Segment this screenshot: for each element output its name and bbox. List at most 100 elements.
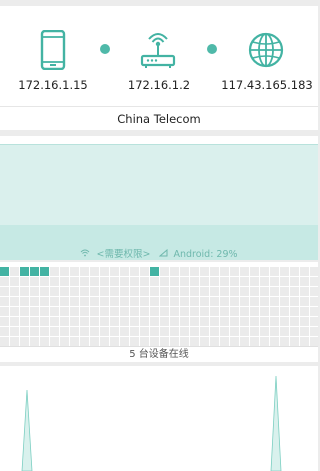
device-cell	[50, 337, 59, 346]
device-cell	[270, 277, 279, 286]
device-cell	[160, 267, 169, 276]
device-cell	[60, 327, 69, 336]
device-cell	[110, 337, 119, 346]
phone-icon	[40, 30, 66, 70]
device-cell	[70, 317, 79, 326]
device-cell	[280, 317, 289, 326]
device-cell	[40, 297, 49, 306]
device-cell-online	[40, 267, 49, 276]
device-cell	[30, 307, 39, 316]
device-cell	[310, 307, 319, 316]
device-cell	[40, 337, 49, 346]
device-cell	[220, 297, 229, 306]
device-cell	[300, 297, 309, 306]
device-cell	[250, 287, 259, 296]
device-cell	[310, 267, 319, 276]
device-cell	[210, 287, 219, 296]
device-cell	[50, 317, 59, 326]
device-cell	[200, 337, 209, 346]
device-cell	[220, 267, 229, 276]
device-cell	[110, 317, 119, 326]
device-cell	[120, 267, 129, 276]
device-cell	[20, 287, 29, 296]
device-cell	[230, 267, 239, 276]
device-cell	[100, 317, 109, 326]
device-cell	[290, 317, 299, 326]
device-cell	[90, 297, 99, 306]
device-cell	[0, 317, 9, 326]
device-cell	[210, 267, 219, 276]
device-cell	[240, 287, 249, 296]
isp-name: China Telecom	[0, 106, 318, 130]
device-cell	[10, 317, 19, 326]
device-cell	[40, 307, 49, 316]
wifi-icon	[80, 249, 93, 260]
device-cell	[310, 287, 319, 296]
device-cell	[80, 277, 89, 286]
network-path-card: 172.16.1.15 172.16.1.2 117.43.165.183 Ch…	[0, 6, 318, 130]
device-cell	[30, 327, 39, 336]
device-cell	[210, 317, 219, 326]
device-cell	[300, 307, 309, 316]
device-cell	[200, 287, 209, 296]
device-cell	[150, 327, 159, 336]
device-cell	[170, 297, 179, 306]
android-status: Android: 29%	[173, 249, 238, 260]
device-cell	[220, 317, 229, 326]
device-cell	[170, 317, 179, 326]
device-cell	[190, 327, 199, 336]
device-cell	[40, 327, 49, 336]
device-cell	[250, 277, 259, 286]
device-cell	[160, 327, 169, 336]
device-cell	[130, 337, 139, 346]
device-cell	[0, 297, 9, 306]
device-cell	[90, 337, 99, 346]
device-cell	[50, 297, 59, 306]
device-cell	[80, 267, 89, 276]
device-cell	[80, 327, 89, 336]
wifi-status: <需要权限>	[96, 249, 151, 260]
path-dot-1	[100, 44, 110, 54]
device-cell	[240, 317, 249, 326]
device-cell	[250, 297, 259, 306]
device-cell	[200, 297, 209, 306]
device-cell	[260, 307, 269, 316]
device-cell	[100, 327, 109, 336]
device-cell-online	[0, 267, 9, 276]
traffic-chart-card	[0, 366, 318, 471]
path-dot-2	[207, 44, 217, 54]
device-cell	[130, 287, 139, 296]
device-cell	[200, 327, 209, 336]
signal-chart-card	[0, 136, 318, 260]
device-cell	[230, 317, 239, 326]
device-cell	[190, 277, 199, 286]
device-cell	[270, 307, 279, 316]
device-cell	[150, 337, 159, 346]
device-cell	[130, 307, 139, 316]
device-cell	[190, 307, 199, 316]
device-cell	[200, 277, 209, 286]
device-cell	[70, 297, 79, 306]
device-cell	[240, 307, 249, 316]
device-cell	[20, 327, 29, 336]
device-cell	[160, 317, 169, 326]
device-cell	[230, 277, 239, 286]
device-cell	[150, 297, 159, 306]
device-grid	[0, 267, 319, 346]
device-cell	[0, 287, 9, 296]
device-cell	[180, 307, 189, 316]
device-cell	[130, 297, 139, 306]
device-cell	[150, 317, 159, 326]
device-cell	[60, 317, 69, 326]
device-cell	[10, 297, 19, 306]
device-cell	[160, 307, 169, 316]
device-cell	[200, 317, 209, 326]
device-cell	[20, 337, 29, 346]
device-cell-online	[30, 267, 39, 276]
device-cell	[140, 287, 149, 296]
device-cell	[110, 277, 119, 286]
device-cell	[100, 287, 109, 296]
device-cell	[230, 297, 239, 306]
device-cell	[120, 337, 129, 346]
device-cell	[160, 297, 169, 306]
